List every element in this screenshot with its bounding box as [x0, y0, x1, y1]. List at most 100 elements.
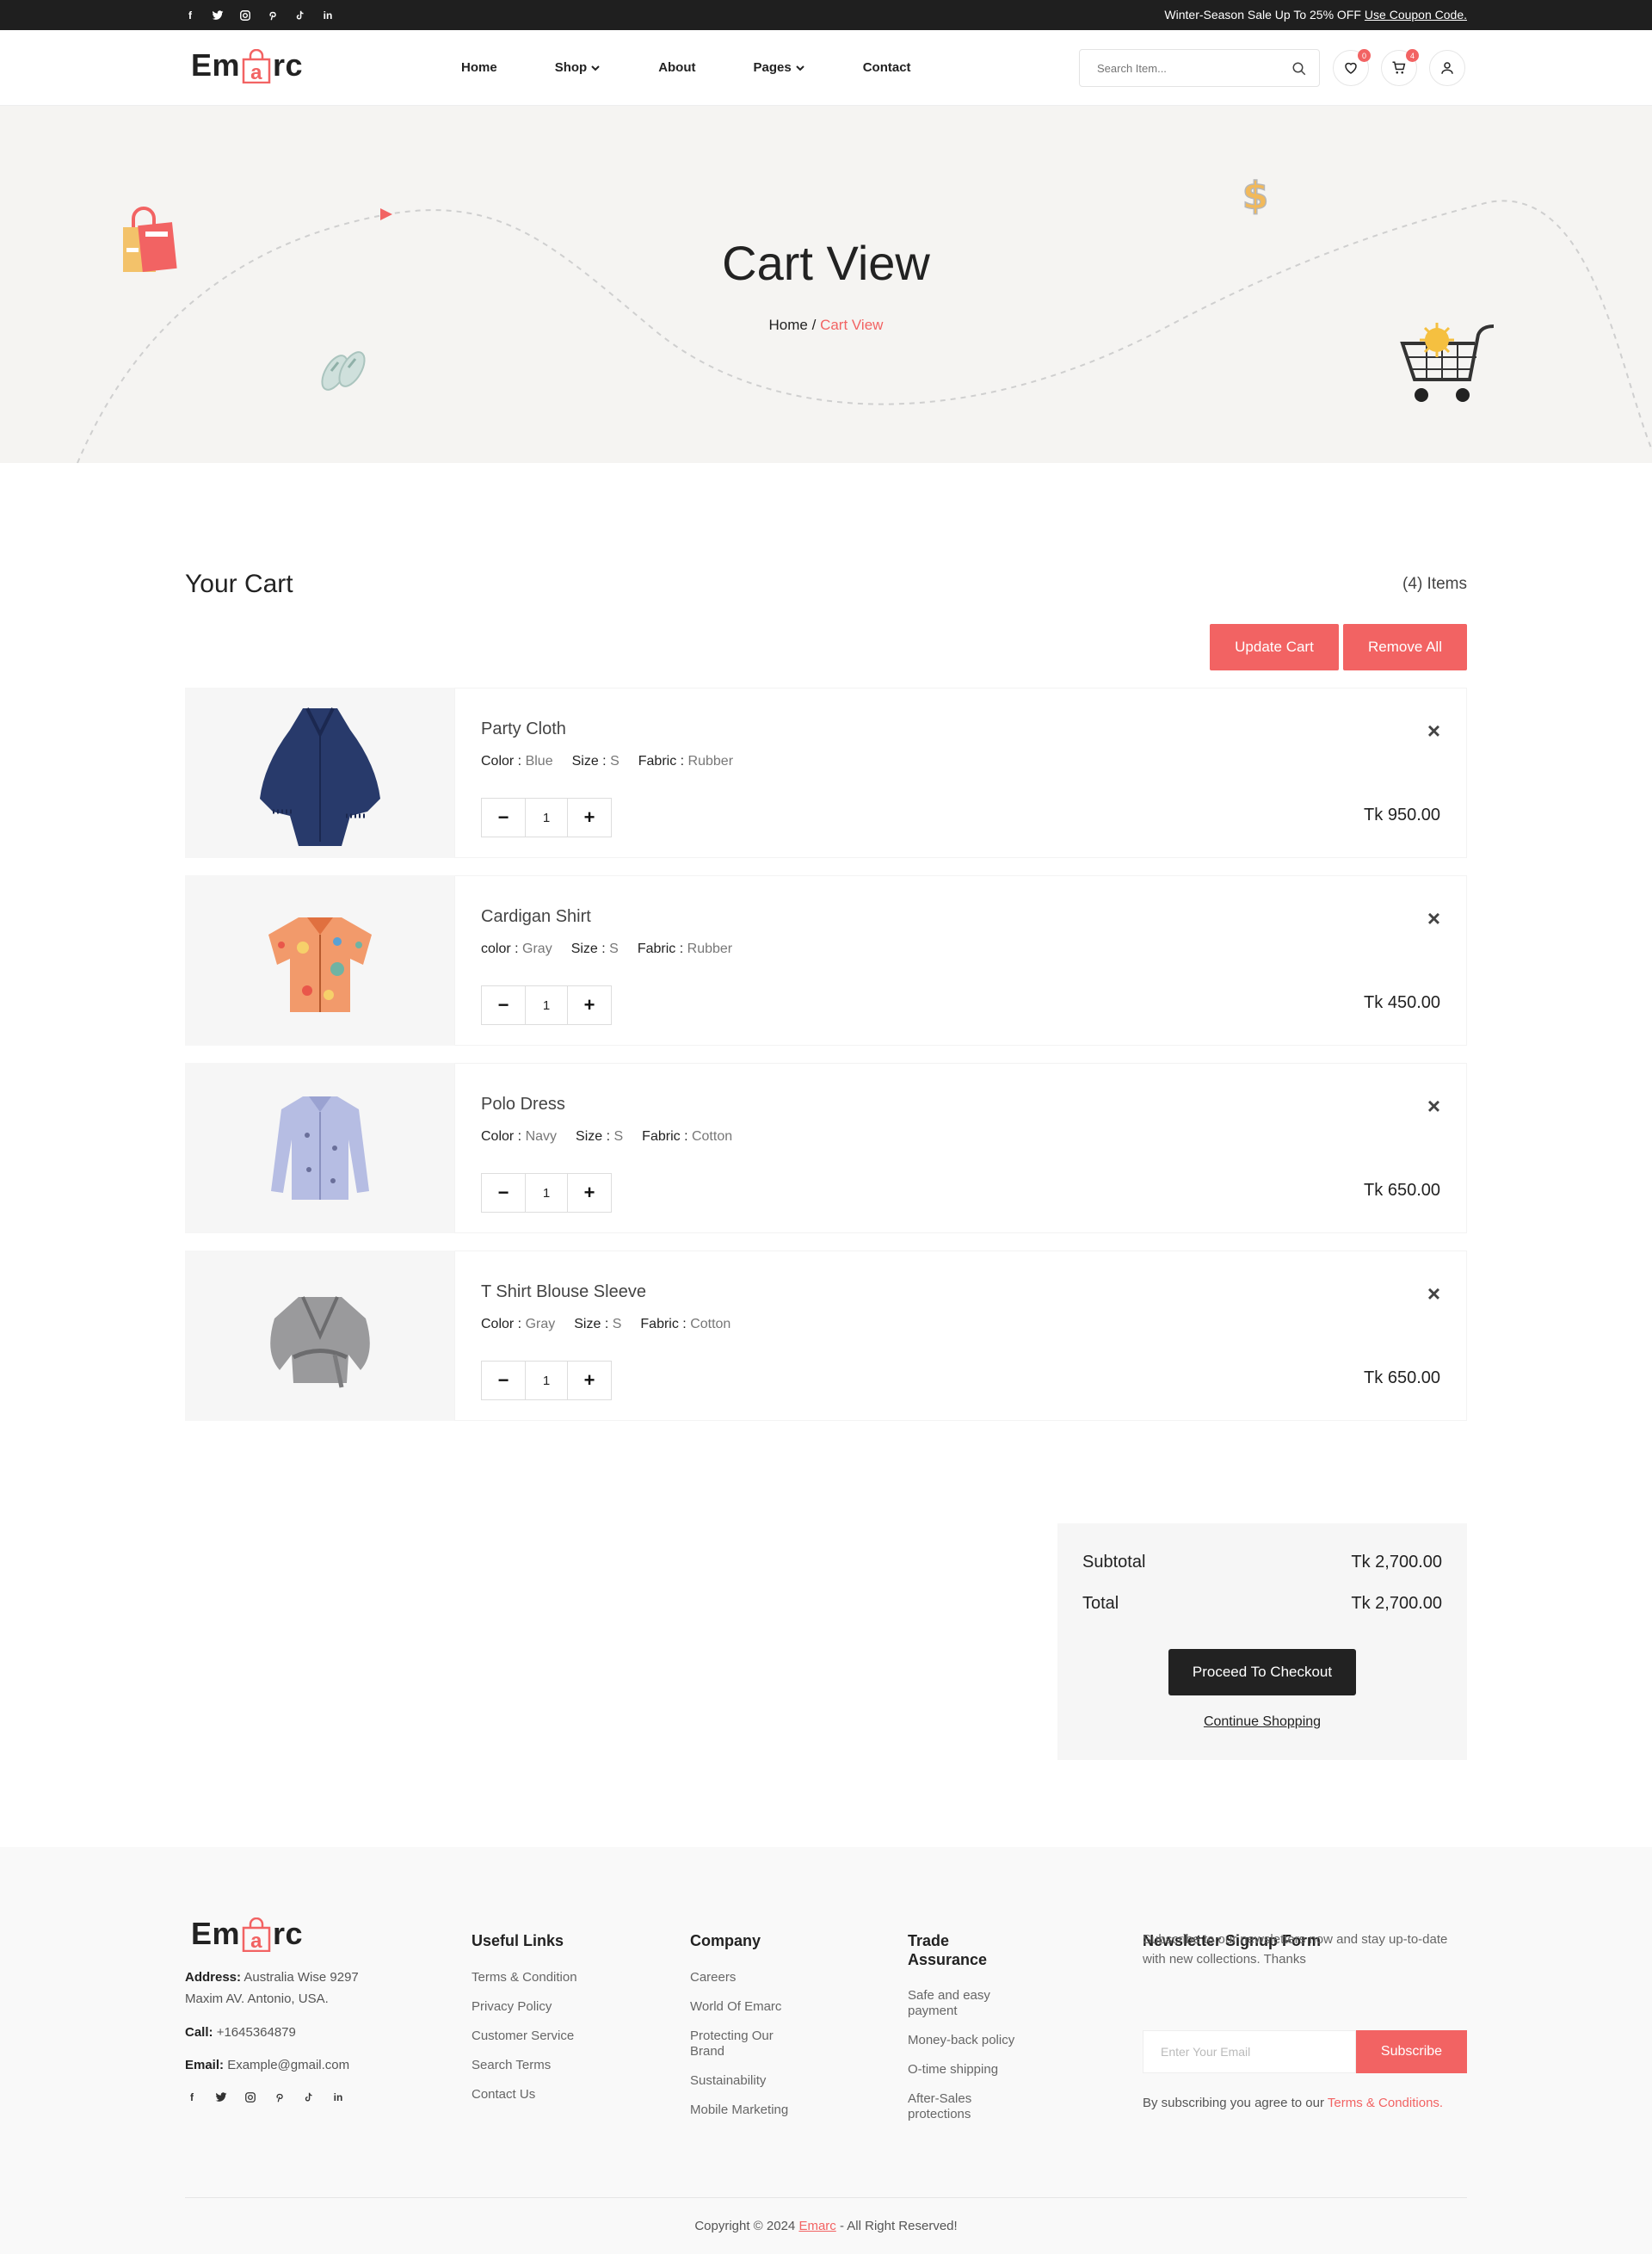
breadcrumb-home[interactable]: Home	[769, 317, 808, 333]
facebook-icon[interactable]: f	[185, 2090, 199, 2104]
footer-logo[interactable]: Em a rc	[191, 1916, 303, 1953]
footer-link[interactable]: Customer Service	[472, 2029, 626, 2044]
product-name[interactable]: T Shirt Blouse Sleeve	[481, 1282, 646, 1302]
footer-link[interactable]: World Of Emarc	[690, 1999, 811, 2015]
quantity-value[interactable]: 1	[525, 1362, 568, 1399]
increase-quantity-button[interactable]: +	[568, 986, 611, 1024]
footer-link[interactable]: Careers	[690, 1970, 811, 1985]
product-name[interactable]: Polo Dress	[481, 1095, 565, 1115]
twitter-icon[interactable]	[214, 2090, 228, 2104]
fabric-value: Cotton	[691, 1129, 733, 1144]
tiktok-icon[interactable]	[302, 2090, 316, 2104]
linkedin-icon[interactable]: in	[321, 9, 335, 22]
main-nav: Home Shop About Pages Contact	[461, 60, 911, 75]
footer-link[interactable]: Sustainability	[690, 2073, 811, 2089]
decrease-quantity-button[interactable]: −	[482, 799, 525, 837]
footer-link[interactable]: Privacy Policy	[472, 1999, 626, 2015]
footer-link[interactable]: Contact Us	[472, 2087, 626, 2103]
shopping-cart-decoration-icon	[1400, 323, 1495, 402]
nav-contact-label: Contact	[862, 60, 911, 75]
product-color: Color : Blue	[481, 754, 553, 769]
instagram-icon[interactable]	[238, 9, 252, 22]
product-image-polo-dress[interactable]	[185, 1063, 454, 1233]
increase-quantity-button[interactable]: +	[568, 799, 611, 837]
update-cart-button[interactable]: Update Cart	[1210, 624, 1339, 670]
footer-link[interactable]: Money-back policy	[908, 2033, 1028, 2048]
search-input[interactable]	[1080, 50, 1269, 86]
decrease-quantity-button[interactable]: −	[482, 1174, 525, 1212]
quantity-value[interactable]: 1	[525, 986, 568, 1024]
continue-shopping-link[interactable]: Continue Shopping	[1057, 1714, 1467, 1730]
increase-quantity-button[interactable]: +	[568, 1362, 611, 1399]
account-button[interactable]	[1429, 50, 1465, 86]
product-name[interactable]: Cardigan Shirt	[481, 907, 591, 927]
footer-link[interactable]: Mobile Marketing	[690, 2103, 811, 2118]
footer-link[interactable]: Terms & Condition	[472, 1970, 626, 1985]
footer-link[interactable]: Safe and easy payment	[908, 1988, 1028, 2019]
facebook-icon[interactable]: f	[183, 9, 197, 22]
promo-text: Winter-Season Sale Up To 25% OFF	[1164, 8, 1361, 22]
remove-all-button[interactable]: Remove All	[1343, 624, 1467, 670]
proceed-to-checkout-button[interactable]: Proceed To Checkout	[1168, 1649, 1356, 1695]
footer-link[interactable]: O-time shipping	[908, 2062, 1028, 2078]
search-icon[interactable]	[1291, 61, 1307, 77]
cart-item: Cardigan Shirt color : Gray Size : S Fab…	[185, 875, 1467, 1046]
nav-about[interactable]: About	[658, 60, 695, 75]
copyright-brand-link[interactable]: Emarc	[798, 2219, 835, 2233]
wishlist-button[interactable]: 0	[1333, 49, 1371, 86]
cart-item-details: Party Cloth Color : Blue Size : S Fabric…	[454, 688, 1467, 858]
product-image-party-cloth[interactable]	[185, 688, 454, 858]
footer-link[interactable]: Search Terms	[472, 2058, 626, 2073]
size-value: S	[612, 1317, 622, 1331]
email-value[interactable]: Example@gmail.com	[227, 2058, 349, 2072]
subtotal-value: Tk 2,700.00	[1351, 1553, 1442, 1572]
arrow-head-icon	[380, 208, 392, 220]
cart-count-badge: 4	[1406, 49, 1419, 62]
subtotal-row: Subtotal Tk 2,700.00	[1082, 1553, 1442, 1572]
nav-contact[interactable]: Contact	[863, 60, 911, 75]
footer-link[interactable]: After-Sales protections	[908, 2091, 1028, 2122]
shopping-bag-logo-icon: a	[241, 1917, 272, 1953]
remove-item-close-icon[interactable]: ×	[1427, 907, 1440, 929]
product-image-cardigan-shirt[interactable]	[185, 875, 454, 1046]
linkedin-icon[interactable]: in	[331, 2090, 345, 2104]
cart-button[interactable]: 4	[1381, 49, 1419, 86]
footer-divider	[185, 2197, 1467, 2198]
remove-item-close-icon[interactable]: ×	[1427, 1095, 1440, 1117]
product-attributes: Color : Navy Size : S Fabric : Cotton	[481, 1129, 732, 1145]
quantity-value[interactable]: 1	[525, 799, 568, 837]
twitter-icon[interactable]	[211, 9, 225, 22]
decrease-quantity-button[interactable]: −	[482, 1362, 525, 1399]
instagram-icon[interactable]	[243, 2090, 257, 2104]
color-label: color :	[481, 942, 519, 956]
tiktok-icon[interactable]	[293, 9, 307, 22]
nav-pages[interactable]: Pages	[754, 60, 805, 75]
call-value[interactable]: +1645364879	[217, 2025, 296, 2040]
size-value: S	[609, 942, 619, 956]
site-logo[interactable]: Em a rc	[191, 47, 303, 84]
decrease-quantity-button[interactable]: −	[482, 986, 525, 1024]
fabric-label: Fabric :	[637, 942, 684, 956]
product-name[interactable]: Party Cloth	[481, 719, 566, 739]
footer-link[interactable]: Protecting Our Brand	[690, 2029, 811, 2059]
nav-home[interactable]: Home	[461, 60, 497, 75]
coupon-link[interactable]: Use Coupon Code.	[1365, 8, 1467, 22]
newsletter-email-input[interactable]: Enter Your Email	[1143, 2030, 1356, 2073]
remove-item-close-icon[interactable]: ×	[1427, 719, 1440, 742]
subscribe-button[interactable]: Subscribe	[1356, 2030, 1467, 2073]
terms-prefix: By subscribing you agree to our	[1143, 2096, 1324, 2110]
nav-shop[interactable]: Shop	[555, 60, 601, 75]
quantity-value[interactable]: 1	[525, 1174, 568, 1212]
newsletter-terms: By subscribing you agree to our Terms & …	[1143, 2096, 1443, 2110]
nav-shop-label: Shop	[554, 60, 588, 75]
terms-link[interactable]: Terms & Conditions.	[1328, 2096, 1443, 2110]
color-value: Navy	[525, 1129, 558, 1144]
increase-quantity-button[interactable]: +	[568, 1174, 611, 1212]
topbar-social-links: f in	[183, 9, 335, 22]
remove-item-close-icon[interactable]: ×	[1427, 1282, 1440, 1305]
pinterest-icon[interactable]	[273, 2090, 287, 2104]
product-image-t-shirt-blouse-sleeve[interactable]	[185, 1251, 454, 1421]
pinterest-icon[interactable]	[266, 9, 280, 22]
heart-icon	[1345, 62, 1357, 74]
fabric-label: Fabric :	[638, 754, 685, 769]
